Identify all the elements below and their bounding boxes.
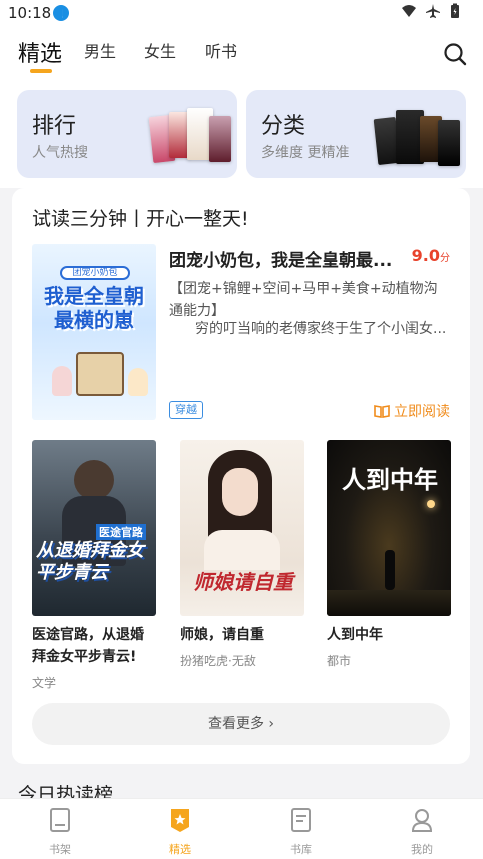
score-unit: 分 — [440, 253, 450, 264]
cover-illustration — [76, 352, 124, 396]
book-title: 人到中年 — [327, 627, 383, 643]
featured-score: 9.0分 — [412, 246, 450, 265]
cover-illustration — [327, 590, 451, 616]
chevron-right-icon: › — [268, 716, 275, 732]
cover-illustration — [52, 366, 72, 396]
book-card[interactable]: 人到中年 人到中年 都市 — [327, 440, 451, 669]
category-title: 分类 — [261, 114, 306, 139]
book-genre: 文学 — [32, 676, 57, 690]
featured-book-cover[interactable]: 团宠小奶包 我是全皇朝最横的崽 — [32, 244, 156, 420]
mini-cover — [209, 116, 231, 162]
entry-cards: 排行 人气热搜 分类 多维度 更精准 — [0, 86, 483, 188]
cover-badge: 团宠小奶包 — [60, 266, 130, 280]
cover-illustration — [427, 500, 435, 508]
genre-tag[interactable]: 穿越 — [169, 401, 203, 419]
book-card[interactable]: 师娘请自重 师娘，请自重 扮猪吃虎·无敌 — [180, 440, 304, 669]
cover-illustration — [222, 468, 258, 516]
library-icon — [291, 808, 311, 832]
tab-male[interactable]: 男生 — [84, 38, 116, 62]
category-subtitle: 多维度 更精准 — [261, 145, 350, 161]
cover-illustration — [128, 368, 148, 396]
status-time: 10:18 — [8, 4, 52, 22]
book-cover: 医途官路 从退婚拜金女平步青云 — [32, 440, 156, 616]
nav-library[interactable]: 书库 — [271, 807, 331, 857]
nav-featured[interactable]: 精选 — [150, 807, 210, 857]
airplane-icon — [426, 4, 440, 18]
featured-book-title[interactable]: 团宠小奶包，我是全皇朝最... — [169, 246, 409, 271]
trial-read-section: 试读三分钟丨开心一整天! 团宠小奶包 我是全皇朝最横的崽 团宠小奶包，我是全皇朝… — [12, 188, 470, 764]
book-title: 医途官路，从退婚拜金女平步青云! — [32, 627, 144, 665]
view-more-label: 查看更多 — [207, 716, 264, 732]
book-title: 师娘，请自重 — [180, 627, 264, 643]
battery-icon — [451, 3, 459, 18]
book-cover: 师娘请自重 — [180, 440, 304, 616]
mini-cover — [438, 120, 460, 166]
nav-label: 我的 — [411, 843, 433, 856]
nav-bookshelf[interactable]: 书架 — [30, 807, 90, 857]
nav-profile[interactable]: 我的 — [392, 807, 452, 857]
download-icon — [53, 5, 69, 21]
nav-label: 精选 — [169, 843, 191, 856]
status-icons — [401, 3, 461, 19]
ranking-card[interactable]: 排行 人气热搜 — [17, 90, 237, 178]
read-now-button[interactable]: 立即阅读 — [374, 401, 450, 421]
cover-illustration — [385, 550, 395, 590]
nav-label: 书架 — [49, 843, 71, 856]
view-more-button[interactable]: 查看更多 › — [32, 703, 450, 745]
tab-featured[interactable]: 精选 — [18, 36, 62, 68]
read-now-label: 立即阅读 — [394, 404, 450, 420]
score-value: 9.0 — [411, 246, 440, 265]
section-title: 试读三分钟丨开心一整天! — [32, 208, 249, 230]
tab-female[interactable]: 女生 — [144, 38, 176, 62]
wifi-icon — [402, 5, 416, 17]
featured-excerpt: 穷的叮当响的老傅家终于生了个小闺女... — [195, 321, 447, 337]
active-tab-indicator — [30, 69, 52, 73]
search-icon[interactable] — [443, 42, 467, 66]
book-card[interactable]: 医途官路 从退婚拜金女平步青云 医途官路，从退婚拜金女平步青云! 文学 — [32, 440, 156, 691]
book-cover-title: 人到中年 — [342, 465, 438, 494]
book-genre: 都市 — [327, 654, 352, 668]
featured-description: 【团宠+锦鲤+空间+马甲+美食+动植物沟通能力】 — [169, 281, 438, 319]
category-card[interactable]: 分类 多维度 更精准 — [246, 90, 466, 178]
cover-illustration — [74, 460, 114, 500]
cover-illustration — [204, 530, 280, 570]
ranking-title: 排行 — [32, 114, 77, 139]
featured-star-icon — [171, 809, 189, 832]
book-cover-title: 从退婚拜金女平步青云 — [36, 540, 144, 583]
tab-audiobook[interactable]: 听书 — [205, 38, 237, 62]
book-genre: 扮猪吃虎·无敌 — [180, 654, 256, 668]
book-cover: 人到中年 — [327, 440, 451, 616]
bookshelf-icon — [50, 808, 70, 832]
top-tab-bar: 精选 男生 女生 听书 — [0, 26, 483, 86]
status-bar: 10:18 — [0, 0, 483, 26]
featured-cover-title: 我是全皇朝最横的崽 — [44, 284, 144, 332]
bottom-nav: 书架 精选 书库 我的 — [0, 798, 483, 859]
nav-label: 书库 — [290, 843, 312, 856]
book-cover-series: 医途官路 — [96, 524, 146, 540]
ranking-subtitle: 人气热搜 — [32, 145, 88, 161]
profile-icon — [411, 809, 433, 832]
open-book-icon — [374, 405, 390, 418]
book-cover-title: 师娘请自重 — [193, 570, 293, 594]
